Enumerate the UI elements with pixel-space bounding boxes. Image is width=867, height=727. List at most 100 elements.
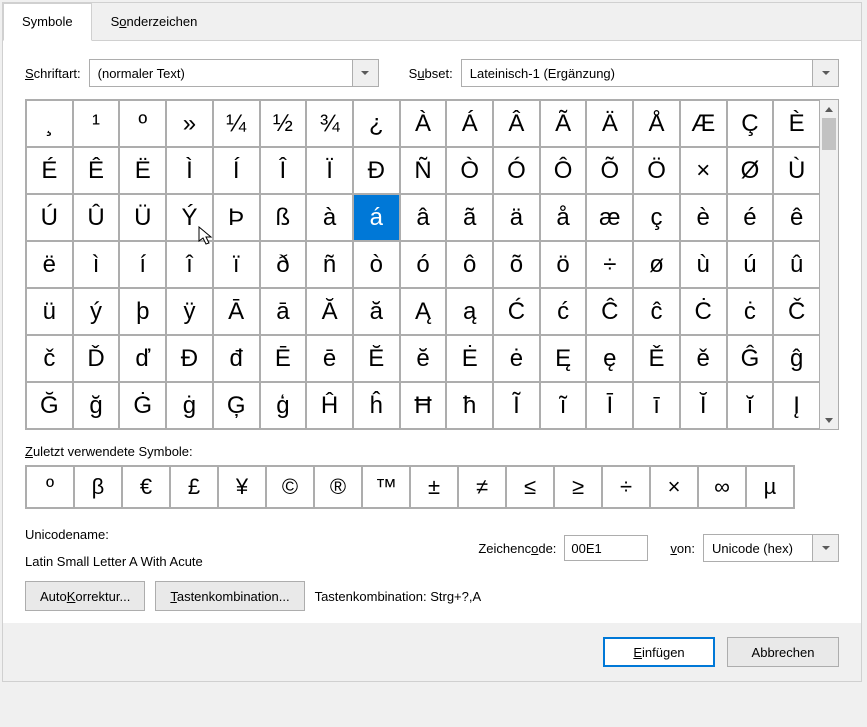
char-cell[interactable]: Å xyxy=(633,100,680,147)
char-cell[interactable]: ē xyxy=(306,335,353,382)
char-cell[interactable]: ¾ xyxy=(306,100,353,147)
char-cell[interactable]: ī xyxy=(633,382,680,429)
recent-cell[interactable]: ∞ xyxy=(698,466,746,508)
char-cell[interactable]: Ī xyxy=(586,382,633,429)
char-cell[interactable]: ã xyxy=(446,194,493,241)
char-cell[interactable]: Ā xyxy=(213,288,260,335)
char-cell[interactable]: ë xyxy=(26,241,73,288)
recent-grid[interactable]: ºβ€£¥©®™±≠≤≥÷×∞µ xyxy=(25,465,795,509)
char-cell[interactable]: É xyxy=(26,147,73,194)
from-select[interactable]: Unicode (hex) xyxy=(703,534,839,562)
char-cell[interactable]: Ğ xyxy=(26,382,73,429)
char-cell[interactable]: Ü xyxy=(119,194,166,241)
char-cell[interactable]: ę xyxy=(586,335,633,382)
char-cell[interactable]: ä xyxy=(493,194,540,241)
char-cell[interactable]: ą xyxy=(446,288,493,335)
char-cell[interactable]: Ä xyxy=(586,100,633,147)
char-cell[interactable]: ě xyxy=(680,335,727,382)
char-cell[interactable]: ħ xyxy=(446,382,493,429)
char-cell[interactable]: Ĭ xyxy=(680,382,727,429)
recent-cell[interactable]: £ xyxy=(170,466,218,508)
char-cell[interactable]: ĕ xyxy=(400,335,447,382)
char-cell[interactable]: Â xyxy=(493,100,540,147)
char-cell[interactable]: í xyxy=(119,241,166,288)
char-cell[interactable]: ÷ xyxy=(586,241,633,288)
char-cell[interactable]: » xyxy=(166,100,213,147)
char-cell[interactable]: ï xyxy=(213,241,260,288)
char-cell[interactable]: Ă xyxy=(306,288,353,335)
char-cell[interactable]: Ç xyxy=(727,100,774,147)
char-cell[interactable]: Á xyxy=(446,100,493,147)
char-cell[interactable]: Ħ xyxy=(400,382,447,429)
char-cell[interactable]: ć xyxy=(540,288,587,335)
char-cell[interactable]: ĩ xyxy=(540,382,587,429)
scroll-track[interactable] xyxy=(820,118,838,411)
char-cell[interactable]: ñ xyxy=(306,241,353,288)
char-cell[interactable]: Ã xyxy=(540,100,587,147)
recent-cell[interactable]: ¥ xyxy=(218,466,266,508)
char-cell[interactable]: à xyxy=(306,194,353,241)
char-cell[interactable]: Ò xyxy=(446,147,493,194)
char-cell[interactable]: ¼ xyxy=(213,100,260,147)
char-cell[interactable]: Ð xyxy=(353,147,400,194)
tab-special[interactable]: Sonderzeichen xyxy=(92,3,217,40)
char-cell[interactable]: Û xyxy=(73,194,120,241)
cancel-button[interactable]: Abbrechen xyxy=(727,637,839,667)
recent-cell[interactable]: ≠ xyxy=(458,466,506,508)
char-cell[interactable]: ô xyxy=(446,241,493,288)
char-cell[interactable]: Ĝ xyxy=(727,335,774,382)
char-cell[interactable]: ĉ xyxy=(633,288,680,335)
char-cell[interactable]: Î xyxy=(260,147,307,194)
char-cell[interactable]: ġ xyxy=(166,382,213,429)
char-cell[interactable]: ė xyxy=(493,335,540,382)
char-cell[interactable]: á xyxy=(353,194,400,241)
char-cell[interactable]: ò xyxy=(353,241,400,288)
char-cell[interactable]: × xyxy=(680,147,727,194)
char-cell[interactable]: Ĉ xyxy=(586,288,633,335)
char-cell[interactable]: î xyxy=(166,241,213,288)
char-cell[interactable]: ¹ xyxy=(73,100,120,147)
char-cell[interactable]: ċ xyxy=(727,288,774,335)
char-cell[interactable]: Ó xyxy=(493,147,540,194)
char-cell[interactable]: Ú xyxy=(26,194,73,241)
char-cell[interactable]: Ć xyxy=(493,288,540,335)
char-cell[interactable]: ¸ xyxy=(26,100,73,147)
char-cell[interactable]: Ċ xyxy=(680,288,727,335)
char-cell[interactable]: õ xyxy=(493,241,540,288)
char-cell[interactable]: Į xyxy=(773,382,820,429)
char-cell[interactable]: þ xyxy=(119,288,166,335)
char-cell[interactable]: Õ xyxy=(586,147,633,194)
recent-cell[interactable]: ÷ xyxy=(602,466,650,508)
char-cell[interactable]: Ì xyxy=(166,147,213,194)
char-cell[interactable]: ý xyxy=(73,288,120,335)
recent-cell[interactable]: © xyxy=(266,466,314,508)
charcode-input[interactable] xyxy=(564,535,648,561)
recent-cell[interactable]: ™ xyxy=(362,466,410,508)
char-cell[interactable]: Č xyxy=(773,288,820,335)
char-cell[interactable]: Í xyxy=(213,147,260,194)
char-cell[interactable]: Ė xyxy=(446,335,493,382)
char-cell[interactable]: č xyxy=(26,335,73,382)
char-cell[interactable]: Ï xyxy=(306,147,353,194)
char-cell[interactable]: å xyxy=(540,194,587,241)
char-cell[interactable]: ĭ xyxy=(727,382,774,429)
tab-symbols[interactable]: Symbole xyxy=(3,3,92,41)
char-cell[interactable]: ú xyxy=(727,241,774,288)
char-cell[interactable]: À xyxy=(400,100,447,147)
char-cell[interactable]: æ xyxy=(586,194,633,241)
char-cell[interactable]: Æ xyxy=(680,100,727,147)
char-cell[interactable]: ø xyxy=(633,241,680,288)
char-cell[interactable]: û xyxy=(773,241,820,288)
char-cell[interactable]: Ģ xyxy=(213,382,260,429)
char-cell[interactable]: ½ xyxy=(260,100,307,147)
scroll-up-button[interactable] xyxy=(820,100,838,118)
char-cell[interactable]: Ĥ xyxy=(306,382,353,429)
char-cell[interactable]: é xyxy=(727,194,774,241)
recent-cell[interactable]: β xyxy=(74,466,122,508)
scroll-thumb[interactable] xyxy=(822,118,836,150)
shortcut-button[interactable]: Tastenkombination... xyxy=(155,581,304,611)
recent-cell[interactable]: ± xyxy=(410,466,458,508)
from-select-button[interactable] xyxy=(812,535,838,561)
char-cell[interactable]: Ġ xyxy=(119,382,166,429)
subset-select-button[interactable] xyxy=(812,60,838,86)
